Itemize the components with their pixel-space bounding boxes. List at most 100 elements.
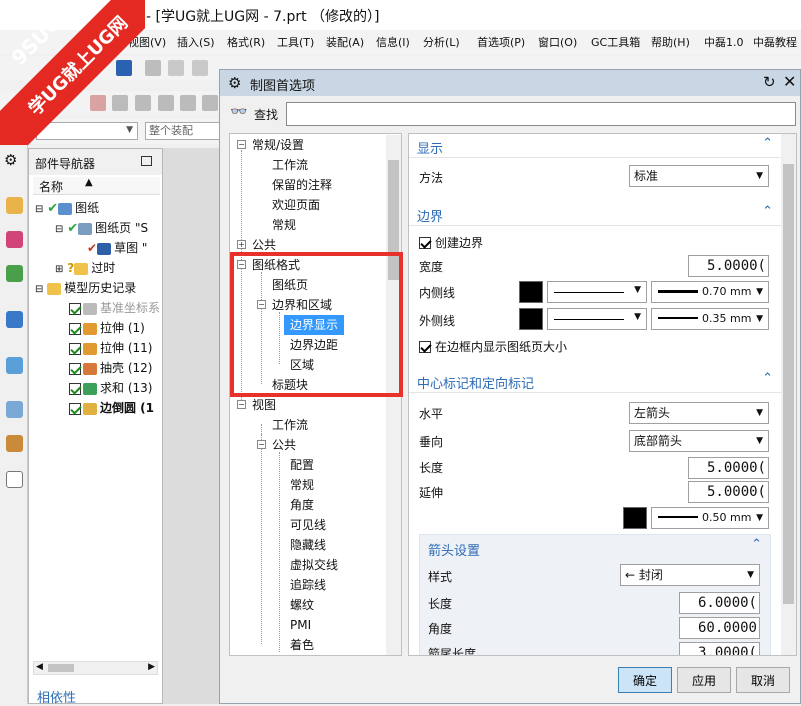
length-input[interactable]: 5.0000( (688, 457, 769, 479)
ok-button[interactable]: 确定 (618, 667, 672, 693)
tool-icon-d[interactable] (158, 95, 174, 111)
show-sheet-size-checkbox[interactable]: 在边框内显示图纸页大小 (419, 338, 567, 355)
menu-insert[interactable]: 插入(S) (177, 34, 215, 50)
vertical-select[interactable]: 底部箭头 ▼ (629, 430, 769, 452)
tree-row-outdated[interactable]: ⊞ ? 过时 (55, 258, 115, 278)
cancel-button[interactable]: 取消 (736, 667, 790, 693)
tree-row-sketch[interactable]: ✔ 草图 " (87, 238, 147, 258)
cut-icon[interactable] (145, 60, 161, 76)
tool-icon-e[interactable] (180, 95, 196, 111)
menu-preferences[interactable]: 首选项(P) (477, 34, 525, 50)
tree-row-drawing[interactable]: ⊟ ✔ 图纸 (35, 198, 99, 218)
reuse-library-icon[interactable] (6, 311, 23, 328)
part-navigator-icon[interactable] (6, 265, 23, 282)
web-browser-icon[interactable] (6, 357, 23, 374)
maximize-icon[interactable] (141, 156, 152, 166)
tree-node-retained-annotations[interactable]: 保留的注释 (272, 175, 332, 195)
tree-node-shading[interactable]: 着色 (290, 635, 314, 655)
center-mark-weight-select[interactable]: 0.50 mm ▼ (651, 507, 769, 529)
section-center-marks-header[interactable]: 中心标记和定向标记 ⌃ (409, 369, 781, 393)
paste-icon[interactable] (192, 60, 208, 76)
tree-row-extrude-1[interactable]: 拉伸 (1) (69, 318, 145, 338)
section-border-header[interactable]: 边界 ⌃ (409, 202, 781, 226)
tree-node-pmi[interactable]: PMI (290, 615, 311, 635)
arrow-angle-input[interactable]: 60.0000 (679, 617, 760, 639)
tree-node-view-common[interactable]: 公共 (272, 435, 296, 455)
arrow-style-select[interactable]: ← 封闭 ▼ (620, 564, 760, 586)
settings-scroll-thumb[interactable] (783, 164, 794, 604)
tree-node-general-settings[interactable]: 常规/设置 (252, 135, 304, 155)
assembly-scope-combo[interactable]: 整个装配 (145, 122, 220, 140)
history-icon[interactable] (6, 401, 23, 418)
menu-assembly[interactable]: 装配(A) (326, 34, 364, 50)
close-icon[interactable]: ✕ (783, 72, 796, 91)
apply-button[interactable]: 应用 (677, 667, 731, 693)
menu-help[interactable]: 帮助(H) (651, 34, 690, 50)
menu-window[interactable]: 窗口(O) (538, 34, 577, 50)
settings-gear-icon[interactable]: ⚙ (4, 151, 17, 169)
tree-node-view-workflow[interactable]: 工作流 (272, 415, 308, 435)
column-header-name[interactable]: 名称 ▲ (33, 177, 160, 195)
create-border-checkbox[interactable]: 创建边界 (419, 234, 483, 251)
menu-info[interactable]: 信息(I) (376, 34, 410, 50)
tree-node-welcome-page[interactable]: 欢迎页面 (272, 195, 320, 215)
tree-node-hidden-lines[interactable]: 隐藏线 (290, 535, 326, 555)
dialog-titlebar[interactable]: ⚙ 制图首选项 ↻ ✕ (220, 70, 800, 96)
tree-row-edge-blend[interactable]: 边倒圆 (1 (69, 398, 154, 418)
scroll-thumb[interactable] (48, 664, 74, 672)
tree-node-configuration[interactable]: 配置 (290, 455, 314, 475)
tree-row-unite-13[interactable]: 求和 (13) (69, 378, 152, 398)
constraint-navigator-icon[interactable] (6, 231, 23, 248)
tree-node-view-general[interactable]: 常规 (290, 475, 314, 495)
tree-row-extrude-11[interactable]: 拉伸 (11) (69, 338, 152, 358)
collapse-icon[interactable]: ⌃ (762, 136, 773, 151)
tree-node-general[interactable]: 常规 (272, 215, 296, 235)
horizontal-select[interactable]: 左箭头 ▼ (629, 402, 769, 424)
method-select[interactable]: 标准 ▼ (629, 165, 769, 187)
inner-line-color[interactable] (519, 281, 543, 303)
scroll-right-icon[interactable]: ▶ (148, 662, 155, 672)
tree-node-virtual-intersections[interactable]: 虚拟交线 (290, 555, 338, 575)
menu-zhonglei[interactable]: 中磊1.0 (704, 34, 744, 50)
role-icon[interactable] (6, 435, 23, 452)
menu-zhonglei-tutorial[interactable]: 中磊教程 (753, 34, 797, 50)
tool-icon-f[interactable] (202, 95, 218, 111)
section-display-header[interactable]: 显示 ⌃ (409, 134, 781, 158)
collapse-icon[interactable]: ⌃ (751, 537, 762, 552)
collapse-icon[interactable]: ⌃ (762, 204, 773, 219)
menu-tools[interactable]: 工具(T) (277, 34, 314, 50)
collapse-icon[interactable]: ⌃ (762, 371, 773, 386)
tree-node-view[interactable]: 视图 (252, 395, 276, 415)
dependency-panel-title[interactable]: 相依性 (37, 687, 76, 706)
inner-line-style-select[interactable]: ▼ (547, 281, 647, 303)
tree-node-trace-lines[interactable]: 追踪线 (290, 575, 326, 595)
search-input[interactable] (286, 102, 796, 126)
horizontal-scrollbar[interactable]: ◀ ▶ (33, 661, 158, 675)
menu-analysis[interactable]: 分析(L) (423, 34, 460, 50)
assembly-navigator-icon[interactable] (6, 197, 23, 214)
menu-gc-toolbox[interactable]: GC工具箱 (591, 34, 640, 50)
tree-node-angle[interactable]: 角度 (290, 495, 314, 515)
extend-input[interactable]: 5.0000( (688, 481, 769, 503)
tree-row-sheet[interactable]: ⊟ ✔ 图纸页 "S (55, 218, 148, 238)
menu-format[interactable]: 格式(R) (227, 34, 265, 50)
outer-line-style-select[interactable]: ▼ (547, 308, 647, 330)
graphics-area[interactable] (163, 148, 219, 704)
system-materials-icon[interactable] (6, 471, 23, 488)
width-input[interactable]: 5.0000( (688, 255, 769, 277)
arrow-tail-input[interactable]: 3.0000( (679, 642, 760, 655)
tree-row-shell-12[interactable]: 抽壳 (12) (69, 358, 152, 378)
scroll-left-icon[interactable]: ◀ (36, 662, 43, 672)
reset-icon[interactable]: ↻ (763, 73, 776, 91)
tree-row-datum-csys[interactable]: 基准坐标系 (69, 298, 160, 318)
subsection-arrow-header[interactable]: 箭头设置 ⌃ (420, 535, 770, 559)
arrow-length-input[interactable]: 6.0000( (679, 592, 760, 614)
copy-icon[interactable] (168, 60, 184, 76)
tree-node-threads[interactable]: 螺纹 (290, 595, 314, 615)
tree-row-model-history[interactable]: ⊟ 模型历史记录 (35, 278, 136, 298)
tree-node-workflow[interactable]: 工作流 (272, 155, 308, 175)
inner-line-weight-select[interactable]: 0.70 mm ▼ (651, 281, 769, 303)
outer-line-color[interactable] (519, 308, 543, 330)
tree-node-visible-lines[interactable]: 可见线 (290, 515, 326, 535)
center-mark-color[interactable] (623, 507, 647, 529)
